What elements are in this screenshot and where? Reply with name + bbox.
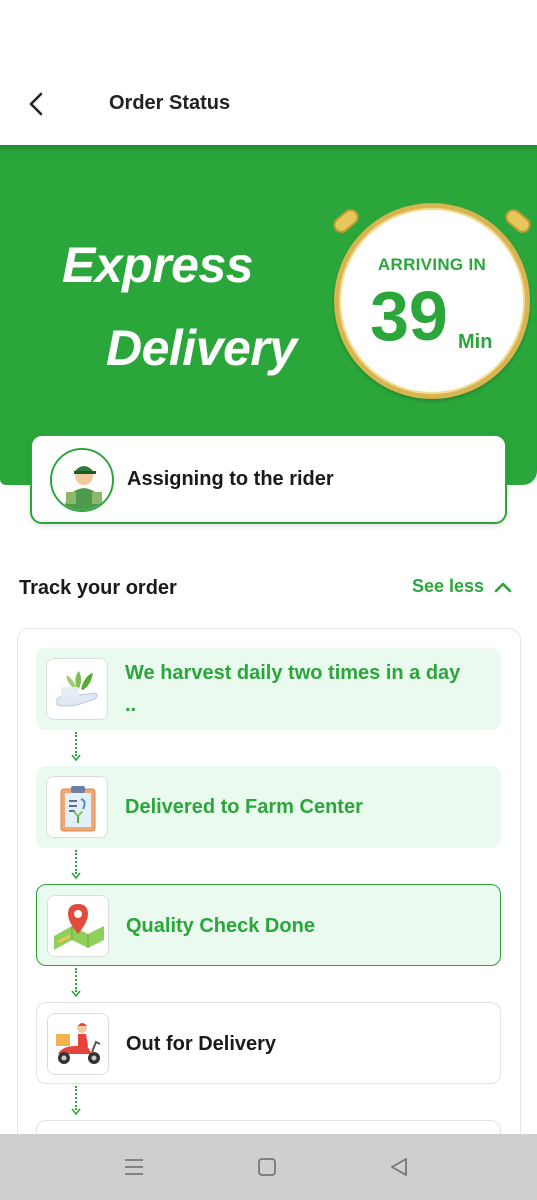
step-connector bbox=[75, 850, 77, 874]
chevron-left-icon bbox=[29, 92, 43, 116]
tracking-step-next-partial bbox=[36, 1120, 501, 1134]
square-home-icon bbox=[258, 1158, 276, 1176]
eta-value: 39 bbox=[370, 277, 448, 355]
rider-status-text: Assigning to the rider bbox=[127, 468, 334, 490]
tracking-step-farm-center[interactable]: Delivered to Farm Center bbox=[36, 766, 501, 848]
delivery-rider-avatar-icon bbox=[50, 448, 114, 512]
step-label: Delivered to Farm Center bbox=[125, 796, 363, 818]
triangle-back-icon bbox=[391, 1158, 407, 1176]
step-connector bbox=[75, 1086, 77, 1110]
arrow-down-icon bbox=[71, 1108, 81, 1116]
timer-knob-left-icon bbox=[330, 205, 362, 237]
delivery-scooter-icon bbox=[47, 1013, 109, 1075]
tracking-step-quality-check[interactable]: Quality Check Done bbox=[36, 884, 501, 966]
back-button[interactable] bbox=[20, 86, 52, 122]
arriving-label: ARRIVING IN bbox=[377, 255, 487, 274]
harvest-hand-icon bbox=[46, 658, 108, 720]
app-bar: Order Status bbox=[0, 0, 537, 145]
step-label: We harvest daily two times in a day .. bbox=[125, 662, 461, 716]
banner-title-line2: Delivery bbox=[106, 320, 297, 376]
timer-knob-right-icon bbox=[502, 205, 534, 237]
tracking-step-out-for-delivery[interactable]: Out for Delivery bbox=[36, 1002, 501, 1084]
system-home-button[interactable] bbox=[252, 1154, 282, 1180]
chevron-up-icon bbox=[494, 582, 512, 592]
arrow-down-icon bbox=[71, 990, 81, 998]
arrow-down-icon bbox=[71, 872, 81, 880]
system-menu-button[interactable] bbox=[119, 1154, 149, 1180]
eta-unit: Min bbox=[458, 331, 493, 353]
menu-lines-icon bbox=[125, 1159, 143, 1175]
step-connector bbox=[75, 732, 77, 756]
system-navigation-bar bbox=[0, 1134, 537, 1200]
step-connector bbox=[75, 968, 77, 992]
step-label: Out for Delivery bbox=[126, 1033, 277, 1055]
track-order-title: Track your order bbox=[19, 577, 177, 599]
rider-status-card[interactable]: Assigning to the rider bbox=[30, 434, 507, 524]
system-back-button[interactable] bbox=[384, 1154, 414, 1180]
banner-title-line1: Express bbox=[62, 237, 254, 293]
page-title: Order Status bbox=[109, 92, 231, 114]
step-label: Quality Check Done bbox=[126, 915, 315, 937]
see-less-toggle[interactable]: See less bbox=[412, 576, 512, 597]
arrow-down-icon bbox=[71, 754, 81, 762]
map-pin-icon bbox=[47, 895, 109, 957]
eta-timer: ARRIVING IN 39 Min bbox=[330, 203, 534, 399]
tracking-step-harvest[interactable]: We harvest daily two times in a day .. bbox=[36, 648, 501, 730]
see-less-label: See less bbox=[412, 576, 485, 596]
clipboard-plant-icon bbox=[46, 776, 108, 838]
